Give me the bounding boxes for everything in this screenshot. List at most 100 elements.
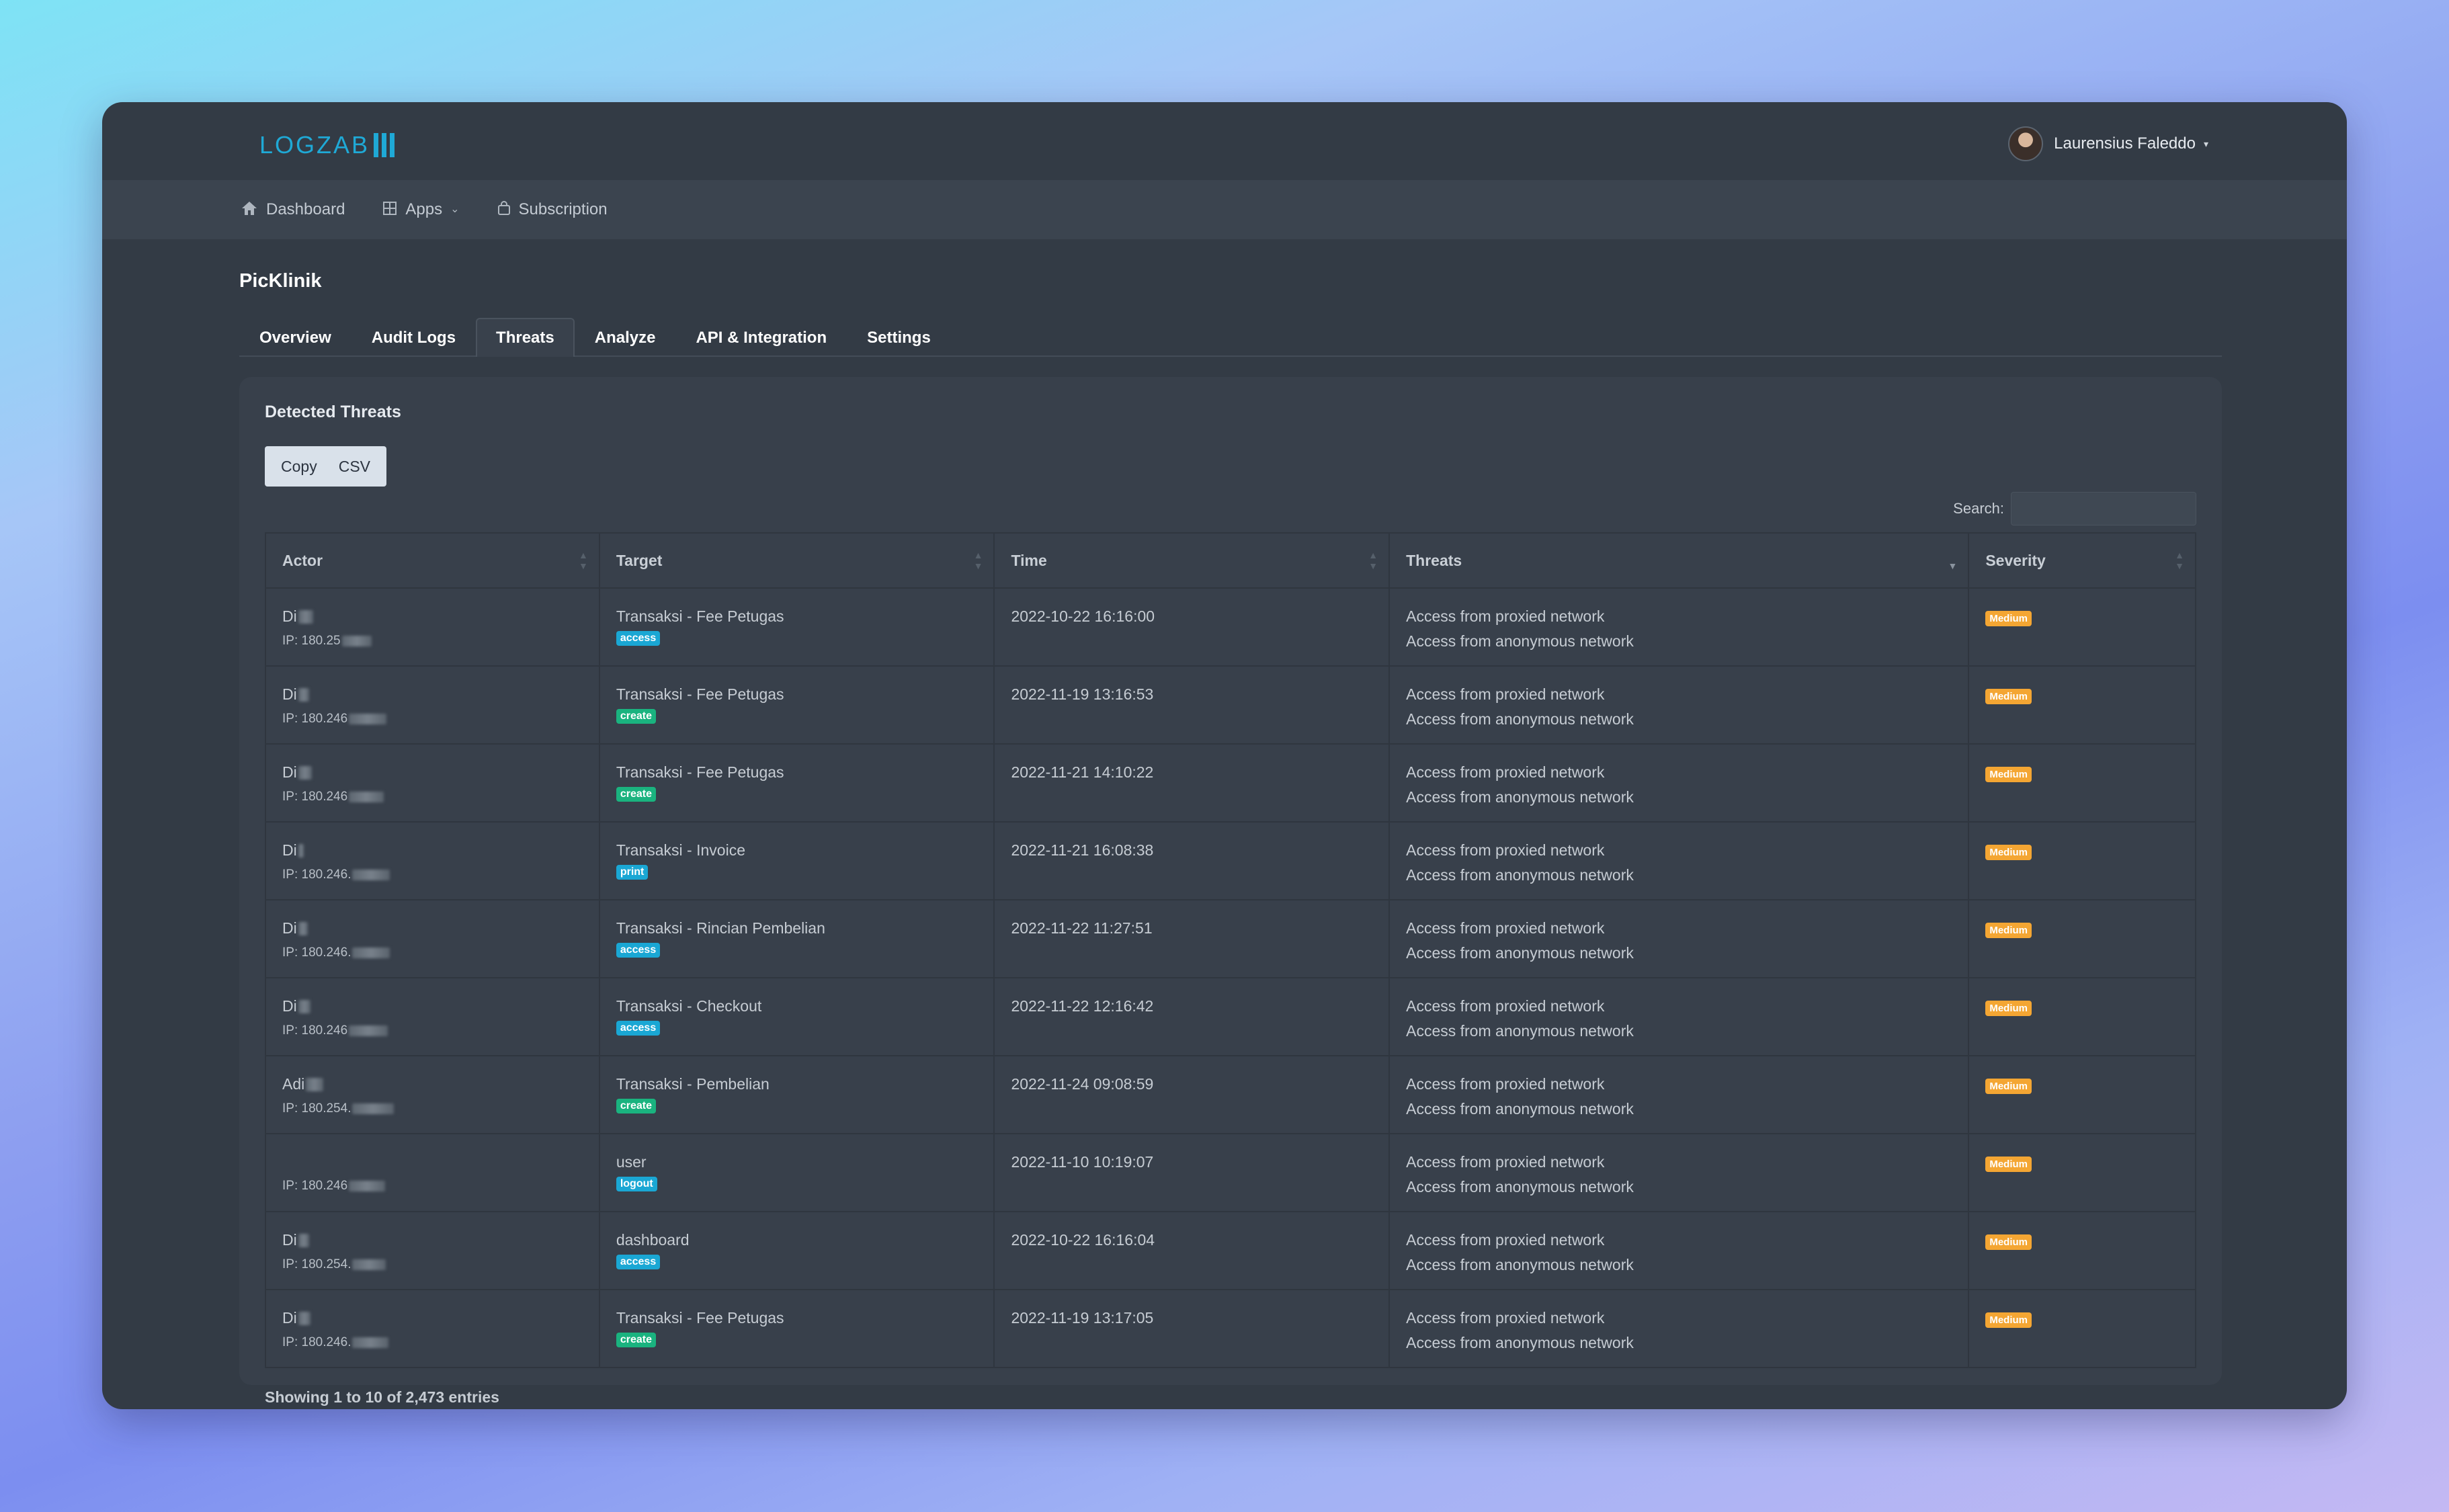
redacted-ip [352,1259,386,1270]
table-row[interactable]: Di IP: 180.246. Transaksi - Fee Petugas … [265,1289,2196,1368]
redacted-name [306,1077,324,1091]
time-cell: 2022-11-19 13:16:53 [993,665,1390,745]
severity-cell: Medium [1968,587,2196,667]
threats-cell: Access from proxied network Access from … [1388,587,1970,667]
tab-threats[interactable]: Threats [476,318,575,357]
severity-cell: Medium [1968,977,2196,1056]
target-cell: user logout [598,1133,995,1212]
tab-settings[interactable]: Settings [847,318,951,357]
redacted-ip [349,1025,388,1036]
export-buttons: Copy CSV [265,446,386,487]
actor-cell: Di IP: 180.246 [265,977,600,1056]
target-cell: Transaksi - Rincian Pembelian access [598,899,995,978]
tab-audit-logs[interactable]: Audit Logs [351,318,476,357]
actor-cell: Di IP: 180.246 [265,743,600,823]
nav-apps[interactable]: Apps ⌄ [382,200,460,219]
target-cell: Transaksi - Fee Petugas create [598,743,995,823]
actor-name: Di [282,1231,297,1249]
target-cell: Transaksi - Checkout access [598,977,995,1056]
search-input[interactable] [2011,492,2196,526]
time-cell: 2022-11-22 11:27:51 [993,899,1390,978]
actor-cell: Di IP: 180.25 [265,587,600,667]
nav-subscription[interactable]: Subscription [497,200,608,219]
top-bar: LOGZAB Laurensius Faleddo ▾ [102,102,2347,180]
action-badge: create [616,709,656,724]
actor-cell: Di IP: 180.246 [265,665,600,745]
action-badge: create [616,787,656,802]
column-header-threats[interactable]: Threats ▼ [1388,532,1970,589]
table-body: Di IP: 180.25 Transaksi - Fee Petugas ac… [265,587,2196,1368]
target-name: dashboard [616,1231,690,1249]
severity-cell: Medium [1968,1289,2196,1368]
target-cell: Transaksi - Fee Petugas create [598,1289,995,1368]
table-row[interactable]: Di IP: 180.246. Transaksi - Rincian Pemb… [265,899,2196,978]
threat-item: Access from anonymous network [1406,1178,1634,1195]
threat-item: Access from proxied network [1406,1231,1605,1249]
threat-item: Access from anonymous network [1406,632,1634,650]
severity-badge: Medium [1985,845,2032,860]
threat-item: Access from proxied network [1406,763,1605,781]
nav-dashboard-label: Dashboard [266,200,345,218]
avatar [2008,126,2044,161]
threats-cell: Access from proxied network Access from … [1388,977,1970,1056]
target-name: Transaksi - Rincian Pembelian [616,919,825,937]
user-menu[interactable]: Laurensius Faleddo ▾ [2008,126,2208,161]
threat-item: Access from proxied network [1406,1309,1605,1327]
csv-button[interactable]: CSV [333,446,386,487]
table-row[interactable]: IP: 180.246 user logout 2022-11-10 10:19… [265,1133,2196,1212]
actor-ip: IP: 180.254. [282,1101,351,1116]
logo-text: LOGZAB [259,131,370,159]
column-header-target[interactable]: Target ▲ ▼ [598,532,995,589]
redacted-name [298,765,312,780]
target-name: Transaksi - Fee Petugas [616,607,784,625]
logo[interactable]: LOGZAB [259,130,395,160]
threat-item: Access from anonymous network [1406,1022,1634,1040]
actor-cell: Di IP: 180.246. [265,899,600,978]
column-header-actor[interactable]: Actor ▲ ▼ [265,532,600,589]
table-row[interactable]: Di IP: 180.254. dashboard access 2022-10… [265,1211,2196,1290]
threat-item: Access from anonymous network [1406,944,1634,962]
time-cell: 2022-10-22 16:16:00 [993,587,1390,667]
severity-badge: Medium [1985,1157,2032,1172]
redacted-name [298,1311,310,1325]
severity-cell: Medium [1968,821,2196,900]
table-row[interactable]: Di IP: 180.246 Transaksi - Fee Petugas c… [265,743,2196,823]
table-row[interactable]: Di IP: 180.246 Transaksi - Checkout acce… [265,977,2196,1056]
threat-item: Access from proxied network [1406,997,1605,1015]
tab-analyze[interactable]: Analyze [575,318,676,357]
table-row[interactable]: Di IP: 180.246. Transaksi - Invoice prin… [265,821,2196,900]
column-header-severity[interactable]: Severity ▲ ▼ [1968,532,2196,589]
main-nav: Dashboard Apps ⌄ Subscription [102,180,2347,239]
threats-cell: Access from proxied network Access from … [1388,1055,1970,1134]
time-cell: 2022-10-22 16:16:04 [993,1211,1390,1290]
target-cell: Transaksi - Fee Petugas create [598,665,995,745]
actor-name: Di [282,997,297,1015]
actor-cell: Di IP: 180.246. [265,1289,600,1368]
actor-ip: IP: 180.246 [282,712,348,726]
action-badge: access [616,1021,661,1036]
search-label: Search: [1953,500,2004,517]
action-badge: access [616,1255,661,1269]
table-row[interactable]: Di IP: 180.246 Transaksi - Fee Petugas c… [265,665,2196,745]
threats-table: Actor ▲ ▼ Target ▲ ▼ Time ▲ ▼ Threats ▼ Severit… [265,532,2196,1368]
sort-icon: ▲ ▼ [1368,550,1378,571]
actor-cell: Di IP: 180.254. [265,1211,600,1290]
target-name: Transaksi - Fee Petugas [616,763,784,781]
tab-bar: Overview Audit Logs Threats Analyze API … [239,318,2222,357]
target-name: Transaksi - Invoice [616,841,745,859]
time-cell: 2022-11-19 13:17:05 [993,1289,1390,1368]
table-row[interactable]: Adi IP: 180.254. Transaksi - Pembelian c… [265,1055,2196,1134]
table-row[interactable]: Di IP: 180.25 Transaksi - Fee Petugas ac… [265,587,2196,667]
main-content: PicKlinik Overview Audit Logs Threats An… [239,239,2222,1406]
actor-name: Adi [282,1075,305,1093]
tab-overview[interactable]: Overview [239,318,351,357]
home-icon [241,200,258,219]
column-header-time[interactable]: Time ▲ ▼ [993,532,1390,589]
severity-cell: Medium [1968,743,2196,823]
copy-button[interactable]: Copy [265,446,333,487]
nav-dashboard[interactable]: Dashboard [241,200,345,219]
tab-api-integration[interactable]: API & Integration [675,318,847,357]
actor-ip: IP: 180.25 [282,634,341,648]
card-title: Detected Threats [265,403,401,421]
actor-name: Di [282,1309,297,1327]
